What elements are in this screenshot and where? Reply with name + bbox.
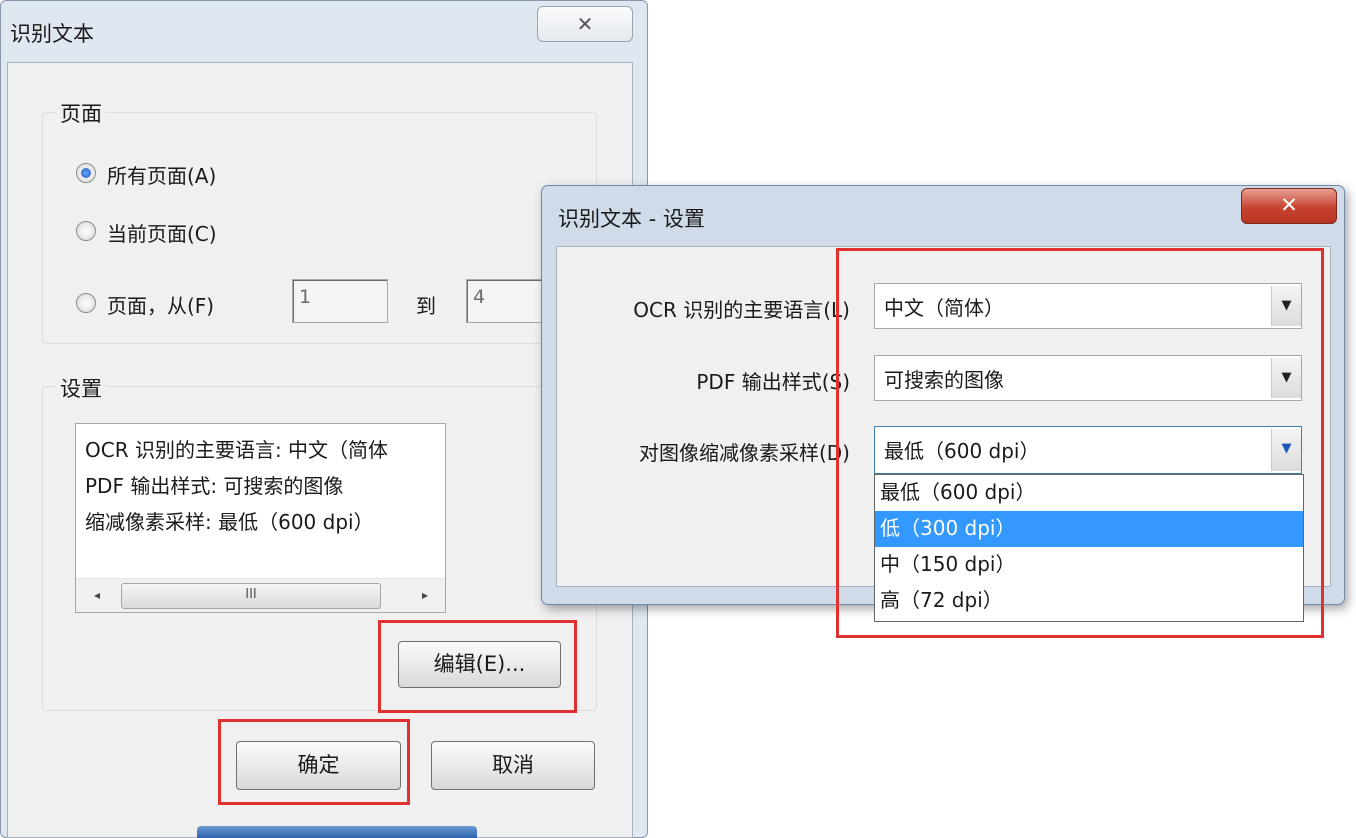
scroll-left-icon[interactable]: ◂ [82,583,112,607]
radio-all-pages[interactable] [76,163,96,183]
page-range-label[interactable]: 页面，从(F) [107,290,214,319]
output-style-label: PDF 输出样式(S) [696,370,850,394]
language-label: OCR 识别的主要语言(L) [633,298,850,322]
scroll-thumb[interactable]: III [121,583,381,609]
taskbar-strip [197,826,477,838]
settings-summary-box[interactable]: OCR 识别的主要语言: 中文（简体 PDF 输出样式: 可搜索的图像 缩减像素… [75,423,446,613]
current-page-label[interactable]: 当前页面(C) [107,218,217,247]
radio-page-range[interactable] [76,293,96,313]
horizontal-scrollbar[interactable]: ◂ III ▸ [76,578,445,612]
dialog-title: 识别文本 [10,22,94,46]
to-page-input[interactable]: 4 [466,279,546,323]
summary-line-downsample: 缩减像素采样: 最低（600 dpi） [85,510,374,534]
summary-line-output: PDF 输出样式: 可搜索的图像 [85,474,344,498]
edit-highlight-box [378,620,577,713]
all-pages-label[interactable]: 所有页面(A) [107,160,216,189]
to-label: 到 [416,294,436,318]
downsample-label: 对图像缩减像素采样(D) [638,441,850,465]
settings-dialog-title: 识别文本 - 设置 [558,207,705,231]
settings-highlight-box [836,248,1324,638]
close-button[interactable]: ✕ [537,6,633,42]
from-page-input[interactable]: 1 [292,279,388,323]
settings-close-button[interactable]: ✕ [1241,188,1337,224]
radio-current-page[interactable] [76,221,96,241]
scroll-right-icon[interactable]: ▸ [410,583,440,607]
cancel-button[interactable]: 取消 [431,741,595,790]
settings-group-label: 设置 [56,373,106,403]
summary-line-language: OCR 识别的主要语言: 中文（简体 [85,438,389,462]
pages-group-label: 页面 [56,98,106,128]
ok-highlight-box [218,719,410,805]
